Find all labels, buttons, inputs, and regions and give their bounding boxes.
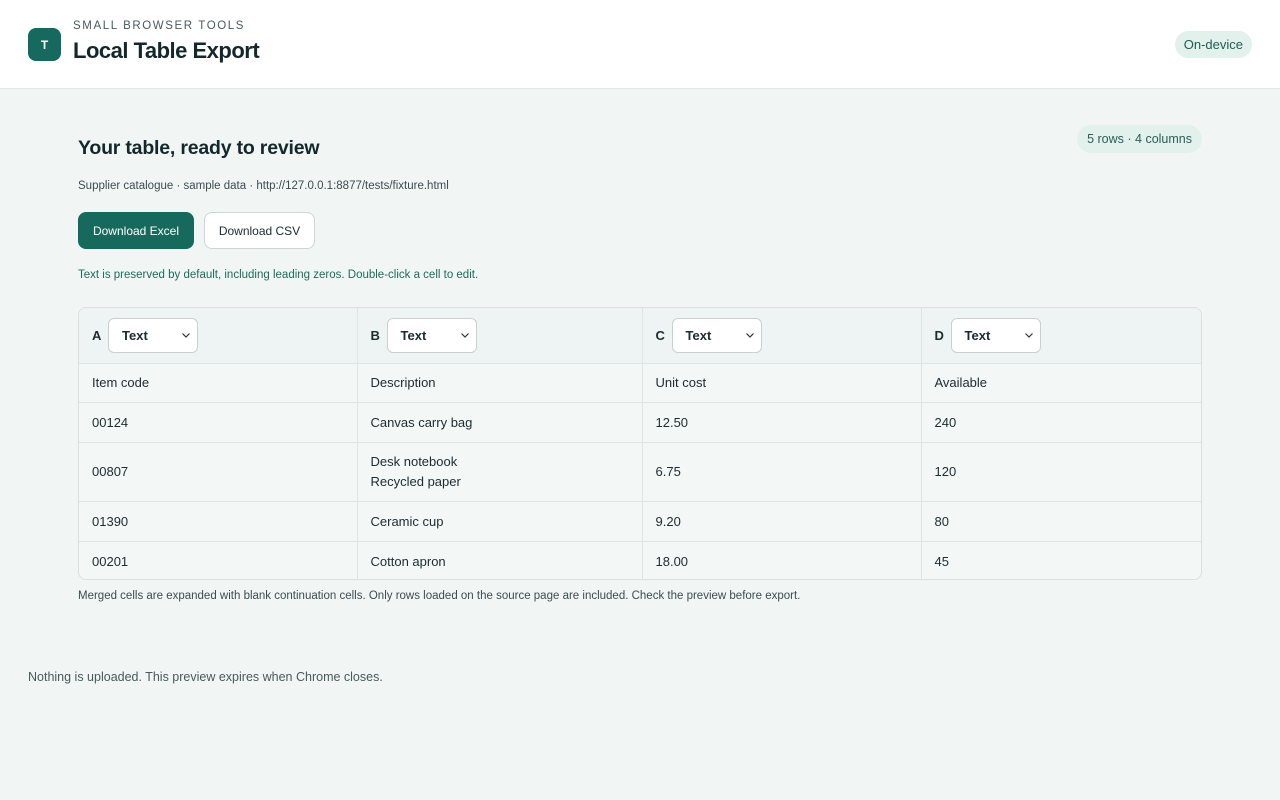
preview-table: A Text B Text C Text D Text Item code De… bbox=[78, 307, 1202, 580]
column-type-cell: C Text bbox=[642, 308, 922, 364]
brand-kicker: SMALL BROWSER TOOLS bbox=[73, 20, 246, 32]
chevron-down-icon bbox=[182, 333, 190, 339]
cell-line: Recycled paper bbox=[370, 473, 461, 489]
source-info: Supplier catalogue · sample data · http:… bbox=[78, 180, 449, 192]
column-type-value: Text bbox=[400, 327, 427, 343]
column-letter: C bbox=[655, 327, 665, 343]
download-csv-button[interactable]: Download CSV bbox=[204, 212, 315, 249]
table-cell[interactable]: Cotton apron bbox=[357, 541, 643, 579]
column-type-row: A Text B Text C Text D Text bbox=[79, 308, 1201, 364]
table-cell[interactable]: 240 bbox=[921, 402, 1201, 443]
table-cell[interactable]: 12.50 bbox=[642, 402, 922, 443]
column-type-select[interactable]: Text bbox=[108, 317, 199, 353]
table-row: 00124 Canvas carry bag 12.50 240 bbox=[79, 402, 1201, 443]
column-type-value: Text bbox=[122, 327, 148, 343]
table-cell[interactable]: 9.20 bbox=[642, 501, 922, 542]
column-letter: A bbox=[92, 327, 102, 343]
edit-hint: Text is preserved by default, including … bbox=[78, 269, 479, 281]
table-cell[interactable]: Canvas carry bag bbox=[357, 402, 643, 443]
table-cell[interactable]: 6.75 bbox=[642, 442, 922, 502]
table-cell[interactable]: 00807 bbox=[79, 442, 358, 502]
chevron-down-icon bbox=[745, 333, 754, 339]
table-cell[interactable]: Ceramic cup bbox=[357, 501, 643, 542]
table-cell[interactable]: Description bbox=[357, 363, 643, 403]
column-type-cell: B Text bbox=[357, 308, 643, 364]
table-row: 00807 Desk notebook Recycled paper 6.75 … bbox=[79, 442, 1201, 502]
app-logo: T bbox=[28, 28, 61, 61]
table-cell[interactable]: 45 bbox=[921, 541, 1201, 579]
download-excel-button[interactable]: Download Excel bbox=[78, 212, 194, 249]
chevron-down-icon bbox=[460, 333, 469, 339]
column-type-value: Text bbox=[685, 327, 712, 343]
column-type-select[interactable]: Text bbox=[671, 317, 762, 353]
table-cell[interactable]: 18.00 bbox=[642, 541, 922, 579]
column-type-cell: A Text bbox=[79, 308, 358, 364]
table-row: 00201 Cotton apron 18.00 45 bbox=[79, 541, 1201, 579]
table-row: 01390 Ceramic cup 9.20 80 bbox=[79, 501, 1201, 542]
table-footnote: Merged cells are expanded with blank con… bbox=[78, 590, 801, 602]
column-letter: B bbox=[370, 327, 380, 343]
table-cell[interactable]: Unit cost bbox=[642, 363, 922, 403]
privacy-note: Nothing is uploaded. This preview expire… bbox=[28, 670, 383, 684]
table-cell[interactable]: Item code bbox=[79, 363, 358, 403]
table-cell[interactable]: 00124 bbox=[79, 402, 358, 443]
column-type-select[interactable]: Text bbox=[386, 317, 477, 353]
app-title: Local Table Export bbox=[73, 38, 260, 63]
table-cell[interactable]: 120 bbox=[921, 442, 1201, 502]
column-type-value: Text bbox=[964, 327, 991, 343]
column-letter: D bbox=[934, 327, 944, 343]
cell-line: Desk notebook bbox=[370, 453, 458, 469]
column-type-select[interactable]: Text bbox=[950, 317, 1041, 353]
chevron-down-icon bbox=[1024, 333, 1033, 339]
header-row: Item code Description Unit cost Availabl… bbox=[79, 363, 1201, 403]
app-header: T SMALL BROWSER TOOLS Local Table Export… bbox=[0, 0, 1280, 89]
column-type-cell: D Text bbox=[921, 308, 1201, 364]
table-cell[interactable]: Available bbox=[921, 363, 1201, 403]
table-cell[interactable]: Desk notebook Recycled paper bbox=[357, 442, 643, 502]
table-cell[interactable]: 00201 bbox=[79, 541, 358, 579]
on-device-badge: On-device bbox=[1174, 31, 1252, 58]
page-title: Your table, ready to review bbox=[78, 137, 320, 159]
table-cell[interactable]: 01390 bbox=[79, 501, 358, 542]
row-column-count-badge: 5 rows · 4 columns bbox=[1077, 125, 1202, 153]
table-cell[interactable]: 80 bbox=[921, 501, 1201, 542]
